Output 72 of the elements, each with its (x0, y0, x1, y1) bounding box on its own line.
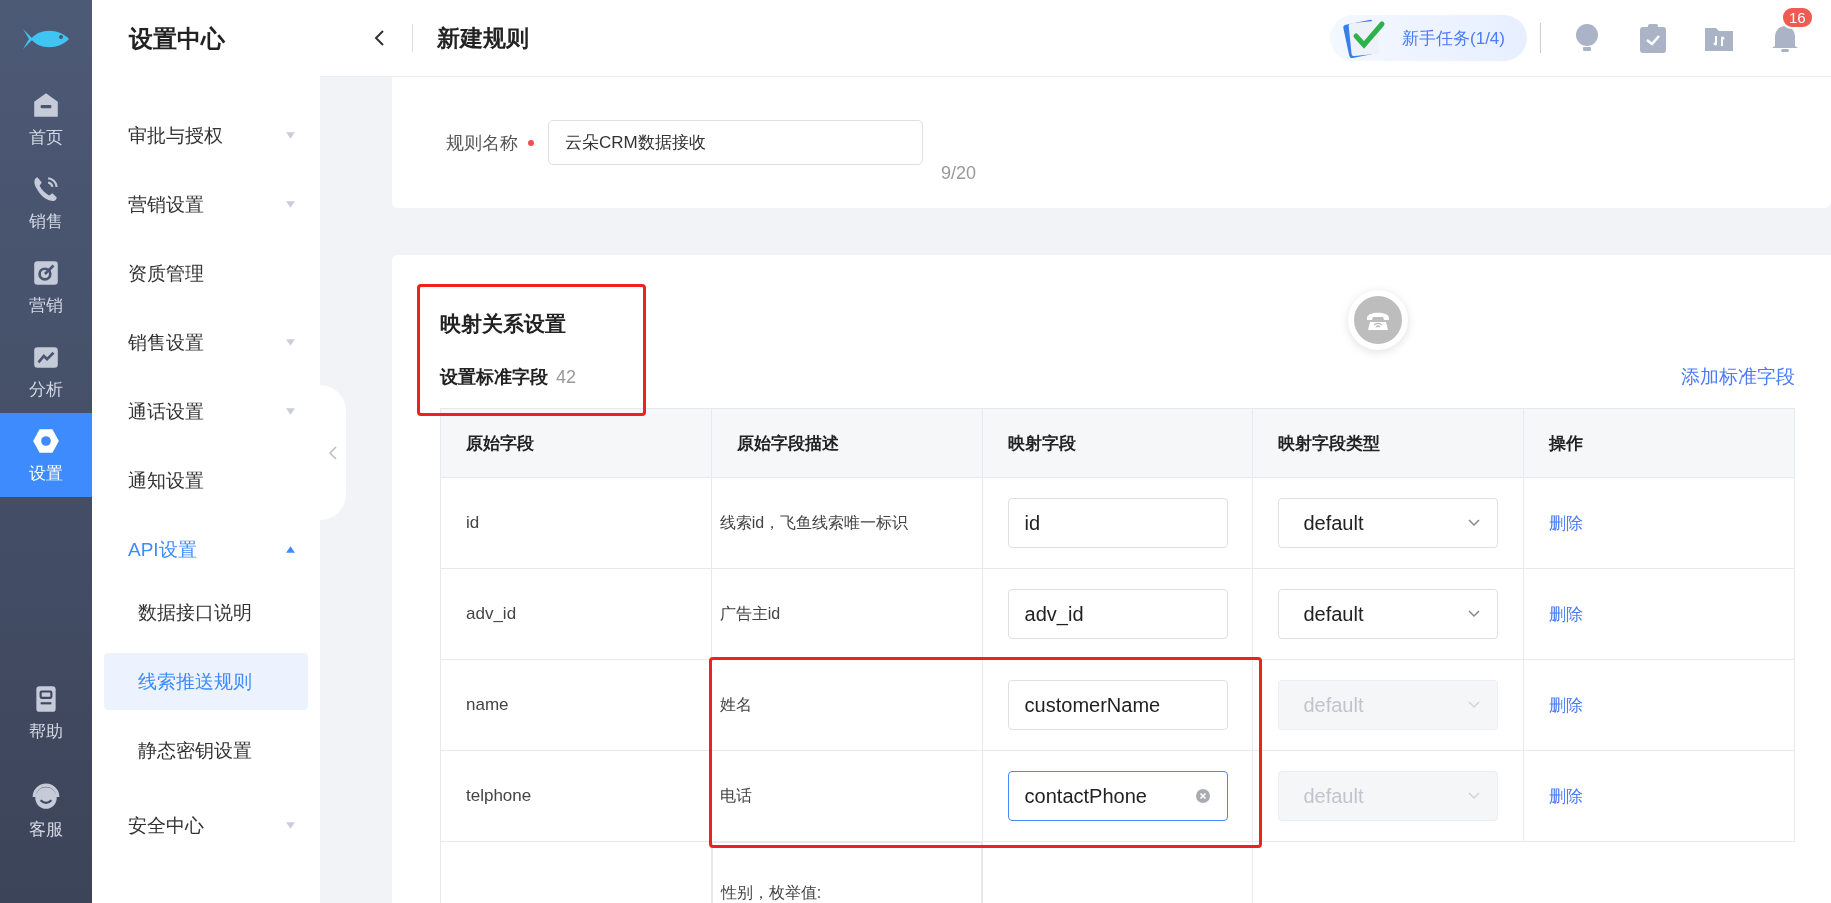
column-header: 映射字段 (982, 408, 1253, 478)
collapse-handle[interactable] (320, 385, 346, 520)
page-title: 新建规则 (437, 23, 529, 53)
nav-item[interactable]: 分析 (0, 329, 92, 413)
submenu-item[interactable]: 静态密钥设置 (104, 722, 308, 779)
mapping-input[interactable]: adv_id (1007, 589, 1228, 639)
menu-item[interactable]: 通知设置 (92, 446, 320, 515)
chevron-down-icon (1467, 609, 1482, 619)
delete-link[interactable]: 删除 (1549, 786, 1584, 806)
nav-item[interactable]: 帮助 (0, 671, 92, 755)
chevron-left-icon (327, 444, 339, 461)
mapping-input[interactable]: contactPhone (1007, 771, 1228, 821)
nav-item[interactable]: 营销 (0, 245, 92, 329)
nav-item[interactable]: 客服 (0, 769, 92, 853)
field-count: 42 (556, 367, 577, 387)
menu-group[interactable]: 销售设置 (92, 308, 320, 377)
task-button[interactable]: 新手任务(1/4) (1330, 15, 1527, 61)
rule-name-field[interactable]: 云朵CRM数据接收 (548, 120, 923, 165)
menu-group[interactable]: 安全中心 (92, 791, 320, 860)
nav-label: 设置 (29, 462, 63, 485)
table-cell: 姓名 (711, 659, 983, 751)
caret-up-icon (285, 545, 296, 554)
clear-icon[interactable] (1194, 788, 1211, 804)
nav-label: 客服 (29, 818, 63, 841)
table-cell: telphone (440, 750, 712, 842)
table-cell: id (440, 477, 712, 569)
column-header: 映射字段类型 (1252, 408, 1524, 478)
table-cell: 电话 (711, 750, 983, 842)
nav-label: 销售 (29, 210, 63, 233)
field-label: 规则名称 (446, 131, 518, 155)
delete-link[interactable]: 删除 (1549, 695, 1584, 715)
table-cell: 线索id，飞鱼线索唯一标识 (711, 477, 983, 569)
add-field-link[interactable]: 添加标准字段 (1681, 364, 1795, 390)
sidebar-title: 设置中心 (127, 23, 226, 54)
nav-item[interactable]: 销售 (0, 161, 92, 245)
table-cell: adv_id (440, 568, 712, 660)
nav-label: 帮助 (29, 720, 63, 743)
delete-link[interactable]: 删除 (1549, 513, 1584, 533)
caret-down-icon (285, 131, 296, 140)
menu-group[interactable]: 审批与授权 (92, 101, 320, 170)
menu-group[interactable]: API设置 (92, 515, 320, 584)
notification-badge: 16 (1781, 6, 1814, 29)
caret-down-icon (285, 200, 296, 209)
column-header: 原始字段描述 (711, 408, 983, 478)
clipboard-check-icon[interactable] (1637, 22, 1669, 54)
nav-label: 营销 (29, 294, 63, 317)
subsection-title: 设置标准字段 (440, 367, 548, 387)
mapping-input[interactable]: id (1007, 498, 1228, 548)
table-cell: name (440, 659, 712, 751)
caret-down-icon (285, 338, 296, 347)
menu-group[interactable]: 通话设置 (92, 377, 320, 446)
submenu-item[interactable]: 数据接口说明 (104, 584, 308, 641)
type-select[interactable]: default (1278, 589, 1499, 639)
chevron-down-icon (1467, 518, 1482, 528)
section-title: 映射关系设置 (440, 311, 566, 337)
char-counter: 9/20 (941, 163, 977, 184)
column-header: 操作 (1523, 408, 1795, 478)
nav-item[interactable]: 首页 (0, 77, 92, 161)
type-select[interactable]: default (1278, 498, 1499, 548)
delete-link[interactable]: 删除 (1549, 604, 1584, 624)
menu-item[interactable]: 资质管理 (92, 239, 320, 308)
caret-down-icon (285, 407, 296, 416)
nav-label: 首页 (29, 126, 63, 149)
chevron-down-icon (1467, 700, 1482, 710)
headset-icon (31, 781, 61, 812)
chevron-down-icon (1467, 791, 1482, 801)
nav-label: 分析 (29, 378, 63, 401)
table-cell: 性别，枚举值: (711, 842, 982, 903)
caret-down-icon (285, 821, 296, 830)
menu-group[interactable]: 营销设置 (92, 170, 320, 239)
column-header: 原始字段 (440, 408, 712, 478)
mapping-input[interactable]: customerName (1007, 680, 1228, 730)
